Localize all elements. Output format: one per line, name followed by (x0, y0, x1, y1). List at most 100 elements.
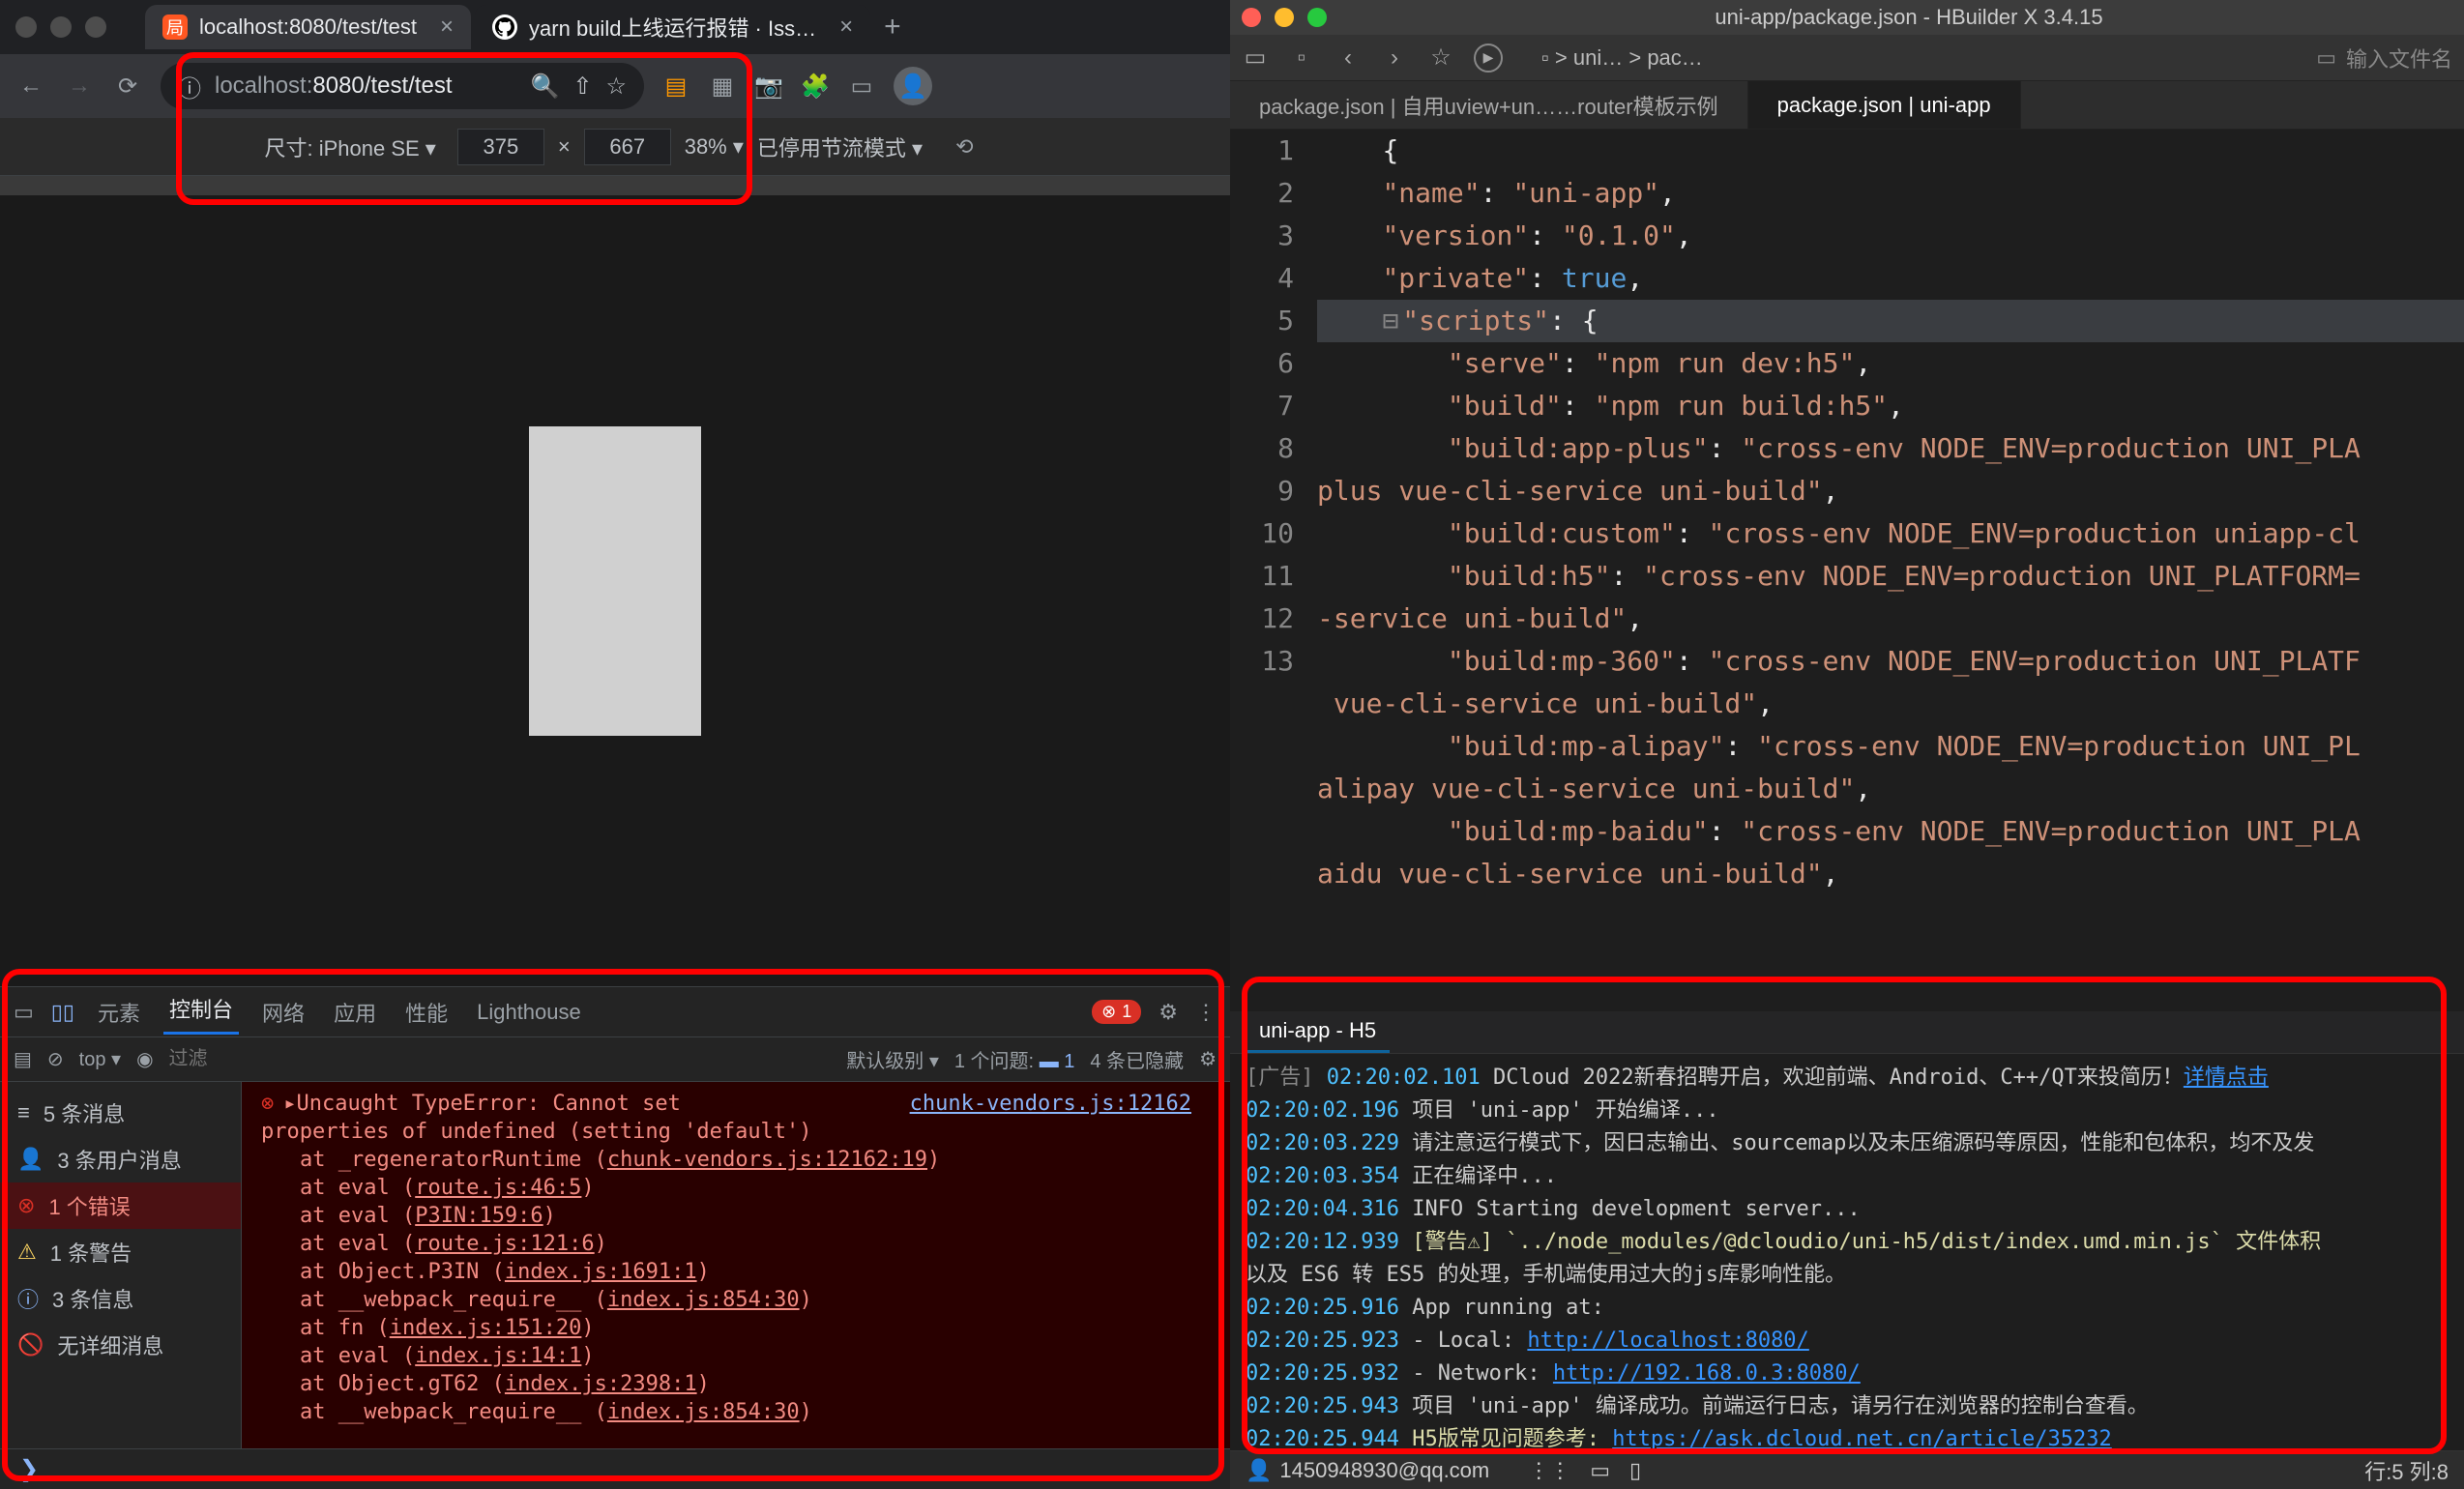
reload-button[interactable]: ⟳ (112, 71, 143, 102)
browser-toolbar: ← → ⟳ ⓘ localhost:8080/test/test 🔍 ⇧ ☆ ▤… (0, 54, 1230, 118)
status-bar: 👤 1450948930@qq.com ⋮⋮ ▭ ▯ 行:5 列:8 (1230, 1450, 2464, 1489)
sidebar-user-messages[interactable]: 👤3 条用户消息 (0, 1136, 241, 1182)
save-icon[interactable]: ▫ (1288, 44, 1315, 72)
file-search[interactable]: ▭ 输入文件名 (2316, 43, 2452, 73)
window-controls (1242, 8, 1327, 27)
extensions-button[interactable]: 🧩 (801, 72, 830, 101)
sidebar-messages[interactable]: ≡5 条消息 (0, 1090, 241, 1136)
device-mode-icon[interactable]: ▯▯ (51, 1000, 74, 1025)
breadcrumb[interactable]: ▫ > uni… > pac… (1541, 45, 1703, 71)
error-count-badge[interactable]: ⊗ 1 (1092, 1000, 1141, 1024)
star-icon[interactable]: ☆ (1427, 44, 1454, 72)
rendered-page[interactable] (529, 426, 701, 736)
favicon-icon: 局 (162, 15, 188, 40)
zoom-select[interactable]: 38% ▾ (685, 134, 744, 160)
bookmark-icon[interactable]: ☆ (605, 73, 627, 101)
url-origin: localhost: (215, 73, 312, 99)
share-icon[interactable]: ⇧ (572, 73, 592, 101)
cursor-position[interactable]: 行:5 列:8 (2364, 1455, 2449, 1486)
browser-tab-1[interactable]: 局 localhost:8080/test/test × (145, 5, 471, 49)
new-tab-button[interactable]: + (884, 11, 901, 44)
console-output[interactable]: ▸Uncaught TypeError: Cannot setchunk-ven… (242, 1082, 1230, 1448)
run-button[interactable]: ▶ (1474, 44, 1503, 73)
status-icon[interactable]: ▯ (1629, 1458, 1641, 1483)
hidden-count[interactable]: 4 条已隐藏 (1090, 1045, 1184, 1073)
devtools-panel: ▭ ▯▯ 元素 控制台 网络 应用 性能 Lighthouse ⊗ 1 ⚙ ⋮ … (0, 986, 1230, 1489)
forward-button[interactable]: → (64, 71, 95, 102)
zoom-icon[interactable]: 🔍 (530, 73, 559, 101)
back-icon[interactable]: ‹ (1335, 44, 1362, 72)
search-icon: ▭ (2316, 45, 2336, 71)
tab-title: yarn build上线运行报错 · Iss… (529, 12, 816, 43)
sidebar-verbose[interactable]: 🚫无详细消息 (0, 1322, 241, 1368)
window-title: uni-app/package.json - HBuilder X 3.4.15 (1365, 5, 2452, 30)
device-viewport (0, 176, 1230, 986)
device-toolbar: 尺寸: iPhone SE ▾ × 38% ▾ 已停用节流模式 ▾ ⟲ (0, 118, 1230, 176)
sidebar-toggle-icon[interactable]: ▤ (14, 1047, 32, 1071)
tab-title: localhost:8080/test/test (199, 15, 417, 40)
devtools-tabs: ▭ ▯▯ 元素 控制台 网络 应用 性能 Lighthouse ⊗ 1 ⚙ ⋮ (0, 987, 1230, 1037)
context-select[interactable]: top ▾ (79, 1047, 121, 1071)
new-file-icon[interactable]: ▭ (1242, 44, 1269, 72)
browser-tab-2[interactable]: yarn build上线运行报错 · Iss… × (475, 5, 870, 49)
url-path: 8080/test/test (312, 73, 452, 99)
profile-avatar[interactable]: 👤 (894, 67, 932, 105)
close-tab-icon[interactable]: × (839, 14, 853, 41)
user-email[interactable]: 1450948930@qq.com (1279, 1458, 1489, 1483)
error-source-link[interactable]: chunk-vendors.js:12162 (910, 1092, 1211, 1116)
status-icon[interactable]: ⋮⋮ (1528, 1458, 1570, 1483)
tab-console[interactable]: 控制台 (163, 989, 239, 1035)
editor-tabs: package.json | 自用uview+un……router模板示例 pa… (1230, 81, 2464, 130)
user-icon: 👤 (1246, 1458, 1272, 1483)
editor-tab-1[interactable]: package.json | 自用uview+un……router模板示例 (1230, 81, 1748, 129)
editor-tab-2[interactable]: package.json | uni-app (1748, 81, 2021, 129)
extension-rss-icon[interactable]: ▤ (661, 72, 690, 101)
width-input[interactable] (457, 129, 544, 165)
status-icon[interactable]: ▭ (1590, 1458, 1610, 1483)
browser-tab-bar: 局 localhost:8080/test/test × yarn build上… (0, 0, 1230, 54)
forward-icon[interactable]: › (1381, 44, 1408, 72)
back-button[interactable]: ← (15, 71, 46, 102)
tab-lighthouse[interactable]: Lighthouse (471, 996, 587, 1029)
tab-elements[interactable]: 元素 (92, 993, 146, 1032)
close-window-icon[interactable] (15, 16, 37, 38)
console-sidebar: ≡5 条消息 👤3 条用户消息 ⊗1 个错误 ⚠1 条警告 ⓘ3 条信息 🚫无详… (0, 1082, 242, 1448)
github-icon (492, 15, 517, 40)
close-tab-icon[interactable]: × (440, 14, 454, 41)
address-bar[interactable]: ⓘ localhost:8080/test/test 🔍 ⇧ ☆ (161, 63, 644, 109)
settings-icon[interactable]: ⚙ (1159, 1000, 1178, 1025)
more-icon[interactable]: ⋮ (1195, 1000, 1217, 1025)
sidebar-warnings[interactable]: ⚠1 条警告 (0, 1229, 241, 1275)
console-tab-h5[interactable]: uni-app - H5 (1246, 1011, 1390, 1053)
throttle-select[interactable]: 已停用节流模式 ▾ (757, 131, 923, 162)
tab-network[interactable]: 网络 (256, 993, 310, 1032)
device-select[interactable]: 尺寸: iPhone SE ▾ (256, 128, 443, 166)
sidebar-info[interactable]: ⓘ3 条信息 (0, 1275, 241, 1322)
console-toolbar: ▤ ⊘ top ▾ ◉ 默认级别 ▾ 1 个问题: ▬ 1 4 条已隐藏 ⚙ (0, 1037, 1230, 1082)
inspect-icon[interactable]: ▭ (14, 1000, 34, 1025)
settings-icon[interactable]: ⚙ (1199, 1047, 1217, 1071)
minimize-window-icon[interactable] (50, 16, 72, 38)
dimension-separator: × (558, 134, 571, 160)
maximize-window-icon[interactable] (85, 16, 106, 38)
tab-performance[interactable]: 性能 (399, 993, 454, 1032)
build-console[interactable]: [广告] 02:20:02.101 DCloud 2022新春招聘开启，欢迎前端… (1230, 1054, 2464, 1450)
code-editor[interactable]: 12345678910111213 { "name": "uni-app", "… (1230, 130, 2464, 1011)
close-window-icon[interactable] (1242, 8, 1261, 27)
filter-input[interactable] (169, 1048, 363, 1070)
extension-camera-icon[interactable]: 📷 (754, 72, 783, 101)
sidebar-errors[interactable]: ⊗1 个错误 (0, 1182, 241, 1229)
console-prompt[interactable]: ❯ (0, 1448, 1230, 1489)
extension-icon[interactable]: ▦ (708, 72, 737, 101)
issues-label[interactable]: 1 个问题: ▬ 1 (954, 1045, 1075, 1073)
tab-application[interactable]: 应用 (328, 993, 382, 1032)
eye-icon[interactable]: ◉ (136, 1047, 153, 1071)
site-info-icon[interactable]: ⓘ (178, 70, 201, 103)
minimize-window-icon[interactable] (1275, 8, 1294, 27)
maximize-window-icon[interactable] (1307, 8, 1327, 27)
rotate-icon[interactable]: ⟲ (955, 134, 973, 160)
reading-list-icon[interactable]: ▭ (847, 72, 876, 101)
level-select[interactable]: 默认级别 ▾ (846, 1045, 939, 1073)
height-input[interactable] (584, 129, 671, 165)
clear-console-icon[interactable]: ⊘ (47, 1047, 64, 1071)
